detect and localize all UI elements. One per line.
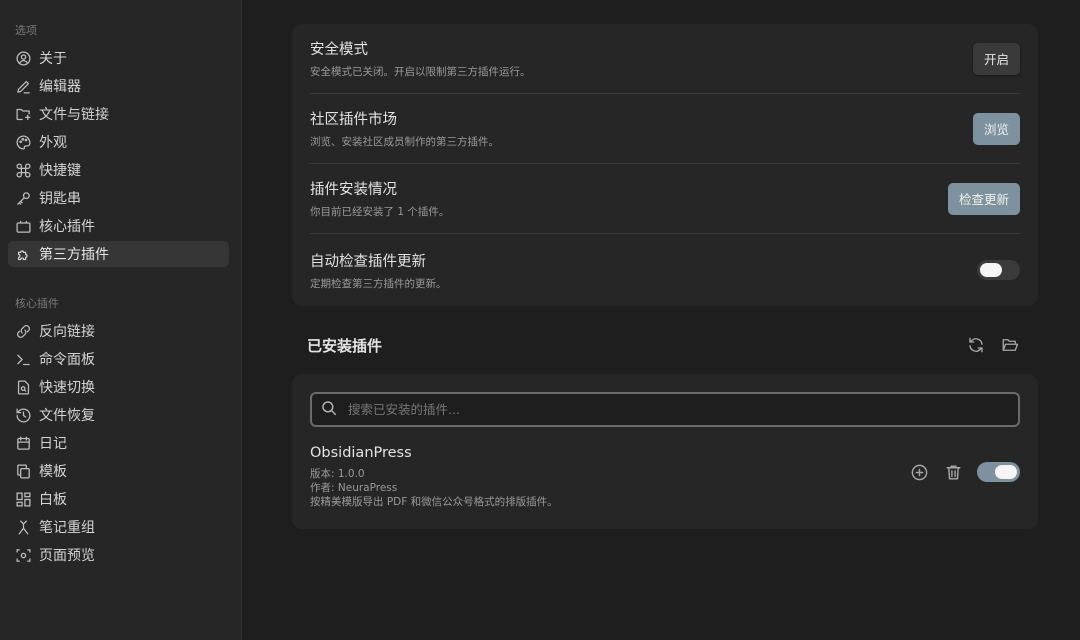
puzzle-icon <box>15 246 32 263</box>
main-panel: 安全模式 安全模式已关闭。开启以限制第三方插件运行。 开启 社区插件市场 浏览、… <box>242 0 1080 640</box>
sidebar-item-about[interactable]: 关于 <box>8 45 229 71</box>
safe-mode-enable-button[interactable]: 开启 <box>972 42 1020 75</box>
sidebar-item-core-plugins[interactable]: 核心插件 <box>8 213 229 239</box>
sidebar-item-page-preview[interactable]: 页面预览 <box>8 542 229 568</box>
sidebar-item-quick-switcher[interactable]: 快速切换 <box>8 374 229 400</box>
palette-icon <box>15 134 32 151</box>
folder-link-icon <box>15 106 32 123</box>
setting-name: 自动检查插件更新 <box>310 253 426 270</box>
installed-plugins-title: 已安装插件 <box>307 336 383 355</box>
sidebar-item-label: 第三方插件 <box>39 247 109 263</box>
layout-dashboard-icon <box>15 491 32 508</box>
sidebar-item-label: 笔记重组 <box>39 520 95 536</box>
sidebar-item-label: 外观 <box>39 135 67 151</box>
history-icon <box>15 407 32 424</box>
setting-name: 插件安装情况 <box>310 182 397 198</box>
setting-description: 浏览、安装社区成员制作的第三方插件。 <box>310 136 499 148</box>
sidebar-item-note-composer[interactable]: 笔记重组 <box>8 514 229 540</box>
sidebar-item-files-links[interactable]: 文件与链接 <box>8 101 229 127</box>
sidebar-item-backlinks[interactable]: 反向链接 <box>8 318 229 344</box>
command-icon <box>15 162 32 179</box>
sidebar-item-label: 快捷键 <box>39 163 81 179</box>
setting-name: 安全模式 <box>310 42 368 58</box>
scan-eye-icon <box>15 547 32 564</box>
sidebar-section-core-title: 核心插件 <box>15 297 59 310</box>
folder-open-icon[interactable] <box>1000 335 1020 355</box>
sidebar-item-templates[interactable]: 模板 <box>8 458 229 484</box>
key-icon <box>15 190 32 207</box>
plus-circle-icon[interactable] <box>909 462 929 482</box>
calendar-icon <box>15 435 32 452</box>
pencil-icon <box>15 78 32 95</box>
sidebar-item-label: 核心插件 <box>39 219 95 235</box>
plugin-author: 作者: NeuraPress <box>310 482 398 494</box>
setting-install-status: 插件安装情况 你目前已经安装了 1 个插件。 检查更新 <box>310 164 1020 234</box>
toggle-knob <box>995 465 1017 479</box>
setting-description: 安全模式已关闭。开启以限制第三方插件运行。 <box>310 66 531 78</box>
sidebar-item-label: 页面预览 <box>39 548 95 564</box>
trash-icon[interactable] <box>943 462 963 482</box>
reload-icon[interactable] <box>966 335 986 355</box>
merge-icon <box>15 519 32 536</box>
sidebar-item-label: 编辑器 <box>39 79 81 95</box>
plugin-search-input[interactable] <box>348 402 1018 417</box>
plugin-description: 按精美模版导出 PDF 和微信公众号格式的排版插件。 <box>310 496 558 508</box>
settings-window: 选项 关于 编辑器 文件与链接 外观 快捷键 钥匙串 核心插件 第三方插件 核心… <box>0 0 1080 640</box>
sidebar-item-label: 反向链接 <box>39 324 95 340</box>
backlink-icon <box>15 323 32 340</box>
plug-box-icon <box>15 218 32 235</box>
sidebar-item-label: 日记 <box>39 436 67 452</box>
sidebar: 选项 关于 编辑器 文件与链接 外观 快捷键 钥匙串 核心插件 第三方插件 核心… <box>0 0 242 640</box>
sidebar-item-daily-notes[interactable]: 日记 <box>8 430 229 456</box>
sidebar-section-options-title: 选项 <box>15 24 37 37</box>
sidebar-item-label: 模板 <box>39 464 67 480</box>
user-circle-icon <box>15 50 32 67</box>
sidebar-item-label: 快速切换 <box>39 380 95 396</box>
setting-auto-check: 自动检查插件更新 定期检查第三方插件的更新。 <box>310 234 1020 306</box>
sidebar-item-label: 文件与链接 <box>39 107 109 123</box>
browse-button[interactable]: 浏览 <box>972 112 1020 145</box>
sidebar-item-label: 白板 <box>39 492 67 508</box>
setting-safe-mode: 安全模式 安全模式已关闭。开启以限制第三方插件运行。 开启 <box>310 24 1020 94</box>
setting-name: 社区插件市场 <box>310 112 397 128</box>
search-icon <box>320 399 348 421</box>
installed-plugins-card: ObsidianPress 版本: 1.0.0 作者: NeuraPress 按… <box>292 374 1038 529</box>
sidebar-item-hotkeys[interactable]: 快捷键 <box>8 157 229 183</box>
plugin-version: 版本: 1.0.0 <box>310 468 365 480</box>
setting-community-market: 社区插件市场 浏览、安装社区成员制作的第三方插件。 浏览 <box>310 94 1020 164</box>
check-updates-button[interactable]: 检查更新 <box>947 182 1020 215</box>
sidebar-item-community-plugins[interactable]: 第三方插件 <box>8 241 229 267</box>
plugin-item: ObsidianPress 版本: 1.0.0 作者: NeuraPress 按… <box>310 445 1020 509</box>
sidebar-item-command-palette[interactable]: 命令面板 <box>8 346 229 372</box>
sidebar-item-label: 文件恢复 <box>39 408 95 424</box>
setting-description: 定期检查第三方插件的更新。 <box>310 277 447 290</box>
toggle-knob <box>980 263 1002 277</box>
sidebar-item-editor[interactable]: 编辑器 <box>8 73 229 99</box>
plugin-enable-toggle[interactable] <box>977 462 1020 482</box>
file-search-icon <box>15 379 32 396</box>
sidebar-item-canvas[interactable]: 白板 <box>8 486 229 512</box>
sidebar-item-label: 关于 <box>39 51 67 67</box>
settings-card: 安全模式 安全模式已关闭。开启以限制第三方插件运行。 开启 社区插件市场 浏览、… <box>292 24 1038 306</box>
installed-plugins-header: 已安装插件 <box>292 332 1038 358</box>
setting-description: 你目前已经安装了 1 个插件。 <box>310 206 450 218</box>
sidebar-item-keychain[interactable]: 钥匙串 <box>8 185 229 211</box>
plugin-search-box <box>310 392 1020 427</box>
auto-check-toggle[interactable] <box>977 260 1020 280</box>
plugin-name: ObsidianPress <box>310 445 412 461</box>
terminal-icon <box>15 351 32 368</box>
copy-icon <box>15 463 32 480</box>
sidebar-item-label: 命令面板 <box>39 352 95 368</box>
sidebar-item-file-recovery[interactable]: 文件恢复 <box>8 402 229 428</box>
sidebar-item-label: 钥匙串 <box>39 191 81 207</box>
sidebar-item-appearance[interactable]: 外观 <box>8 129 229 155</box>
